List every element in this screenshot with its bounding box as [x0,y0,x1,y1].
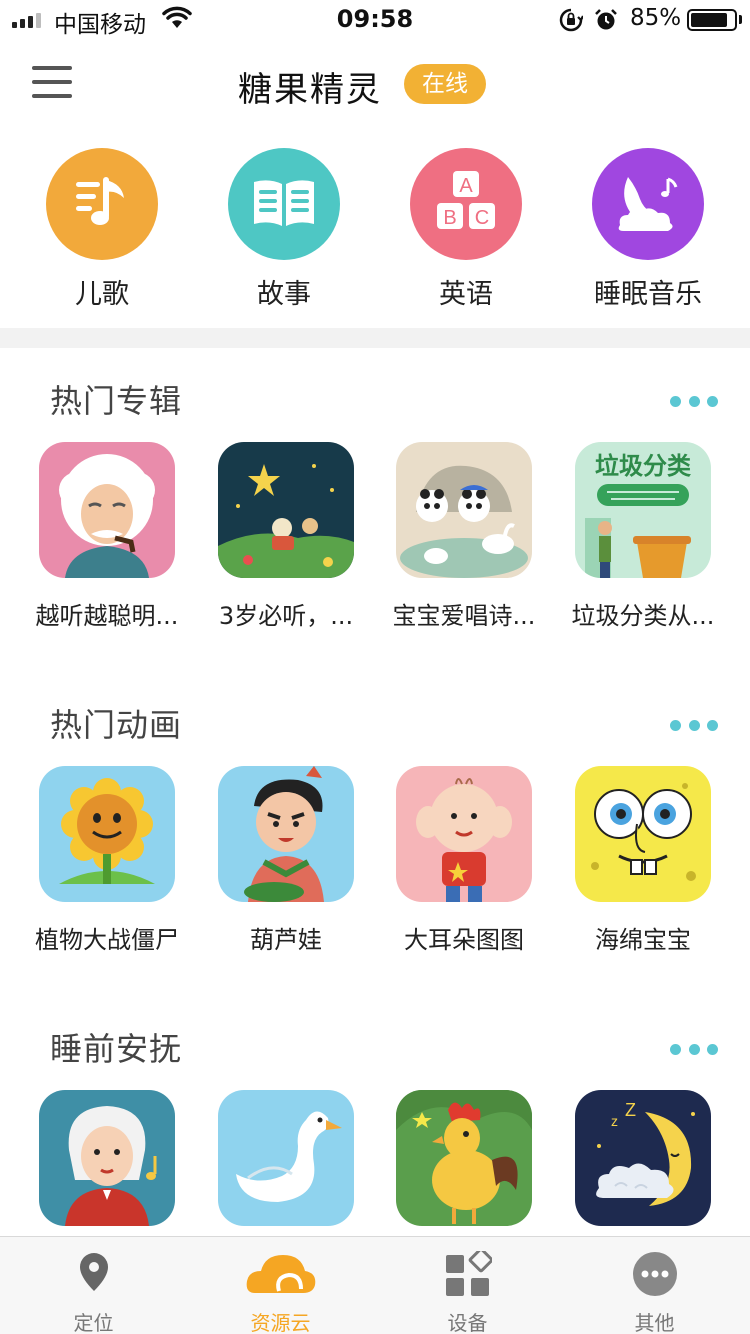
big-ear-tutu-thumb [396,766,532,902]
sunflower-thumb [39,766,175,902]
alarm-icon [594,8,618,36]
bedtime-item[interactable] [379,1090,549,1244]
album-item[interactable]: 宝宝爱唱诗... [379,442,549,631]
section-title: 热门专辑 [50,382,183,420]
category-label: 儿歌 [75,279,129,310]
category-sleep-music[interactable]: 睡眠音乐 [563,148,733,311]
animation-item[interactable]: 葫芦娃 [201,766,371,955]
location-pin-icon [77,1251,111,1297]
tab-other[interactable]: 其他 [561,1237,748,1334]
tab-label: 设备 [447,1311,488,1334]
abc-blocks-icon: A B C [410,148,522,260]
swan-thumb [218,1090,354,1226]
mozart-thumb [39,1090,175,1226]
animation-item[interactable]: 植物大战僵尸 [22,766,192,955]
wifi-icon [162,6,192,34]
album-item[interactable]: 越听越聪明... [22,442,192,631]
category-english[interactable]: A B C 英语 [381,148,551,311]
section-divider [0,328,750,348]
carrier-name: 中国移动 [54,12,146,38]
category-label: 睡眠音乐 [594,279,702,310]
category-stories[interactable]: 故事 [199,148,369,311]
status-badge: 在线 [404,64,486,104]
svg-text:Z: Z [625,1100,636,1120]
item-label: 3岁必听，... [218,602,354,630]
tab-label: 其他 [634,1311,675,1334]
garbage-sorting-thumb: 垃圾分类 [575,442,711,578]
hamburger-menu-icon[interactable] [30,64,74,102]
item-label: 葫芦娃 [250,926,322,954]
app-header: 糖果精灵 在线 [0,40,750,128]
tab-resource-cloud[interactable]: 资源云 [187,1237,374,1334]
tab-label: 定位 [73,1311,114,1334]
section-title: 睡前安抚 [50,1030,183,1068]
album-item[interactable]: 3岁必听，... [201,442,371,631]
tab-device[interactable]: 设备 [374,1237,561,1334]
bedtime-item[interactable] [201,1090,371,1244]
album-item[interactable]: 垃圾分类 垃圾分类从... [558,442,728,631]
device-grid-icon [444,1247,493,1303]
moon-cloud-icon [592,148,704,260]
more-dots-icon[interactable] [670,1042,718,1056]
animation-item[interactable]: 海绵宝宝 [558,766,728,955]
category-row: 儿歌 故事 A B C 英语 睡眠音乐 [0,140,750,328]
music-note-icon [46,148,158,260]
einstein-thumb [39,442,175,578]
item-label: 植物大战僵尸 [35,926,179,954]
animation-item[interactable]: 大耳朵图图 [379,766,549,955]
more-dots-icon[interactable] [670,718,718,732]
svg-text:z: z [611,1113,618,1129]
section-bedtime-soothing: 睡前安抚 z Z [0,1024,750,1236]
page-title: 糖果精灵 [238,70,382,110]
tab-location[interactable]: 定位 [0,1237,187,1334]
thumb-title: 垃圾分类 [595,452,692,480]
night-meadow-thumb [218,442,354,578]
section-title: 热门动画 [50,706,183,744]
bedtime-item[interactable]: z Z [558,1090,728,1244]
calabash-brother-thumb [218,766,354,902]
status-bar: 中国移动 09:58 85% [0,0,750,40]
bottom-tab-bar: 定位 资源云 设备 其他 [0,1236,750,1334]
svg-text:B: B [443,207,456,229]
rooster-thumb [396,1090,532,1226]
svg-text:A: A [459,175,473,197]
item-label: 海绵宝宝 [595,926,691,954]
spongebob-thumb [575,766,711,902]
open-book-icon [228,148,340,260]
bedtime-item[interactable] [22,1090,192,1244]
svg-text:C: C [475,207,489,229]
item-label: 垃圾分类从... [571,602,715,630]
sleepy-moon-thumb: z Z [575,1090,711,1226]
more-circle-icon [632,1251,678,1301]
category-children-songs[interactable]: 儿歌 [17,148,187,311]
signal-icon [12,12,41,28]
panda-geese-thumb [396,442,532,578]
item-label: 越听越聪明... [35,602,179,630]
category-label: 英语 [439,279,493,310]
more-dots-icon[interactable] [670,394,718,408]
cloud-icon [245,1251,317,1299]
section-hot-animations: 热门动画 植物大战僵尸 葫芦娃 大耳朵图图 海绵宝宝 [0,700,750,980]
tab-label: 资源云 [250,1311,311,1334]
category-label: 故事 [257,279,311,310]
rotation-lock-icon [559,8,584,36]
item-label: 宝宝爱唱诗... [392,602,536,630]
battery-percentage: 85% [630,5,682,31]
section-hot-albums: 热门专辑 越听越聪明... 3岁必听，... 宝宝爱唱诗... 垃圾分类 垃圾分… [0,376,750,656]
battery-icon [687,9,737,31]
battery-tip [739,15,742,24]
item-label: 大耳朵图图 [404,926,524,954]
